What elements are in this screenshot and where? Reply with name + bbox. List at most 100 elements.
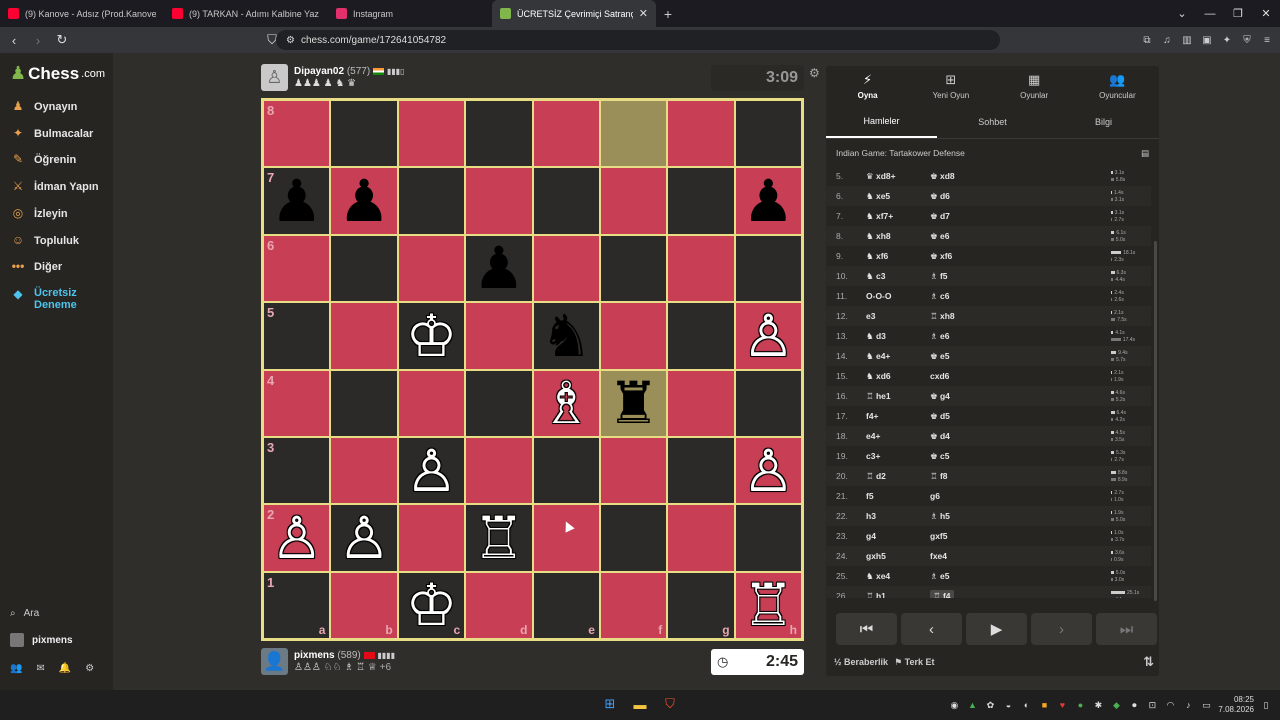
- piece-c5[interactable]: ♔: [405, 307, 457, 365]
- bottom-player-avatar[interactable]: 👤: [261, 648, 288, 675]
- black-move[interactable]: ♗ f5: [930, 271, 994, 282]
- wallet-icon[interactable]: ▣: [1200, 35, 1214, 46]
- black-move[interactable]: ♚ g4: [930, 391, 994, 402]
- square-c2[interactable]: [397, 504, 466, 572]
- black-move[interactable]: ♚ e6: [930, 231, 994, 242]
- back-button[interactable]: ‹: [4, 33, 24, 48]
- black-move[interactable]: ♚ c5: [930, 451, 994, 462]
- square-b3[interactable]: [330, 436, 398, 505]
- piece-a2[interactable]: ♙: [271, 509, 323, 567]
- square-g3[interactable]: [667, 436, 735, 505]
- tray-app-icon-6[interactable]: ♥: [1056, 700, 1068, 710]
- square-e8[interactable]: [532, 100, 600, 168]
- tray-app-icon-3[interactable]: ✿: [984, 700, 996, 711]
- white-move[interactable]: c3+: [866, 451, 930, 461]
- white-move[interactable]: ♞ xe4: [866, 571, 930, 582]
- chess-logo[interactable]: ♟ Chess .com: [10, 63, 105, 84]
- piece-b2[interactable]: ♙: [338, 509, 390, 567]
- browser-tab[interactable]: (9) Kanove - Adsız (Prod.Kanove) - Yo: [0, 0, 164, 27]
- panel-tab-board[interactable]: ▦ Oyunlar: [993, 66, 1076, 106]
- black-move[interactable]: ♚ d6: [930, 191, 994, 202]
- black-move[interactable]: ♗ c6: [930, 291, 994, 302]
- black-move[interactable]: ♚ xf6: [930, 251, 994, 262]
- black-move[interactable]: fxe4: [930, 551, 994, 561]
- media-icon[interactable]: ♫: [1160, 35, 1174, 46]
- white-move[interactable]: ♞ xd6: [866, 371, 930, 382]
- square-g7[interactable]: [667, 167, 735, 235]
- microphone-icon[interactable]: ⏺: [1128, 700, 1140, 711]
- sidebar-item-free-trial[interactable]: ◆ Ücretsiz Deneme: [10, 287, 76, 311]
- tray-app-icon-1[interactable]: ◉: [948, 700, 960, 711]
- sidebar-search[interactable]: ⌕ Ara: [10, 608, 39, 619]
- piece-c1[interactable]: ♔: [405, 576, 457, 634]
- ai-icon[interactable]: ✦: [1220, 35, 1234, 46]
- messages-icon[interactable]: ✉: [36, 663, 44, 674]
- square-b8[interactable]: [330, 100, 398, 168]
- panel-tab-bolt[interactable]: ⚡ Oyna: [826, 66, 909, 106]
- white-move[interactable]: ♖ he1: [866, 391, 930, 402]
- square-b4[interactable]: [330, 369, 398, 437]
- piece-d2[interactable]: ♖: [473, 509, 525, 567]
- black-move[interactable]: ♚ d4: [930, 431, 994, 442]
- white-move[interactable]: ♞ d3: [866, 331, 930, 342]
- menu-icon[interactable]: ≡: [1260, 35, 1274, 46]
- black-move[interactable]: ♚ xd8: [930, 171, 994, 182]
- square-h4[interactable]: [734, 369, 802, 437]
- play-button[interactable]: ▶: [966, 613, 1027, 645]
- square-d4[interactable]: [465, 369, 533, 437]
- piece-e4[interactable]: ♗: [540, 374, 592, 432]
- piece-b7[interactable]: ♟: [338, 172, 390, 230]
- bottom-player-name[interactable]: pixmens: [294, 650, 335, 661]
- browser-tab[interactable]: Instagram: [328, 0, 492, 27]
- black-move[interactable]: ♗ h5: [930, 511, 994, 522]
- square-b1[interactable]: b: [330, 571, 398, 639]
- square-f2[interactable]: [599, 504, 668, 572]
- settings-icon[interactable]: ⚙: [85, 663, 94, 674]
- sidebar-user[interactable]: pixmens: [10, 633, 73, 647]
- sidebar-item-train[interactable]: ⚔ İdman Yapın: [10, 179, 99, 195]
- sidebar-item-community[interactable]: ☺ Topluluk: [10, 233, 79, 249]
- square-h6[interactable]: [734, 234, 802, 303]
- piece-h7[interactable]: ♟: [742, 172, 794, 230]
- wifi-icon[interactable]: ◠: [1164, 700, 1176, 711]
- square-h1[interactable]: h ♖: [734, 571, 802, 639]
- explorer-icon[interactable]: ▤: [1141, 148, 1149, 159]
- white-move[interactable]: h3: [866, 511, 930, 521]
- square-a6[interactable]: 6: [263, 234, 331, 303]
- notifications-icon[interactable]: 🔔: [59, 663, 71, 674]
- square-f1[interactable]: f: [599, 571, 668, 639]
- tray-app-icon-7[interactable]: ●: [1074, 700, 1086, 710]
- draw-button[interactable]: ½ Beraberlik: [834, 657, 888, 667]
- square-b6[interactable]: [330, 234, 398, 303]
- volume-icon[interactable]: ♪: [1182, 700, 1194, 710]
- square-e4[interactable]: ♗: [532, 369, 600, 437]
- sidebar-item-play[interactable]: ♟ Oynayın: [10, 99, 78, 115]
- square-a3[interactable]: 3: [263, 436, 331, 505]
- white-move[interactable]: f4+: [866, 411, 930, 421]
- tray-app-icon-4[interactable]: ◐: [1020, 700, 1032, 710]
- tray-app-icon-2[interactable]: ▲: [966, 700, 978, 710]
- sidebar-item-puzzle[interactable]: ✦ Bulmacalar: [10, 126, 93, 142]
- square-a4[interactable]: 4: [263, 369, 331, 437]
- move-list[interactable]: 5. ♛ xd8+ ♚ xd8 3.1s 5.8s 6. ♞ xe5 ♚ d6 1.4s 3.1s…: [826, 166, 1151, 598]
- top-player-name[interactable]: Dipayan02: [294, 66, 344, 77]
- square-d5[interactable]: [465, 302, 533, 370]
- square-b7[interactable]: ♟: [330, 167, 398, 235]
- white-move[interactable]: e3: [866, 311, 930, 321]
- opening-name[interactable]: Indian Game: Tartakower Defense: [836, 148, 965, 158]
- black-move[interactable]: ♖ xh8: [930, 311, 994, 322]
- sidebar-icon[interactable]: ▥: [1180, 35, 1194, 46]
- next-move-button[interactable]: ›: [1031, 613, 1092, 645]
- extensions-icon[interactable]: ⧉: [1140, 35, 1154, 46]
- square-b5[interactable]: [330, 302, 398, 370]
- black-move[interactable]: ♚ d5: [930, 411, 994, 422]
- black-move[interactable]: ♗ e5: [930, 571, 994, 582]
- tray-app-icon-9[interactable]: ◆: [1110, 700, 1122, 711]
- board-settings-icon[interactable]: ⚙: [809, 66, 820, 80]
- panel-tab-plus[interactable]: ⊞ Yeni Oyun: [909, 66, 992, 106]
- vpn-icon[interactable]: ⛨: [1240, 35, 1254, 46]
- square-g2[interactable]: [667, 504, 735, 572]
- white-move[interactable]: ♞ xf6: [866, 251, 930, 262]
- subtab[interactable]: Sohbet: [937, 106, 1048, 138]
- square-g8[interactable]: [667, 100, 735, 168]
